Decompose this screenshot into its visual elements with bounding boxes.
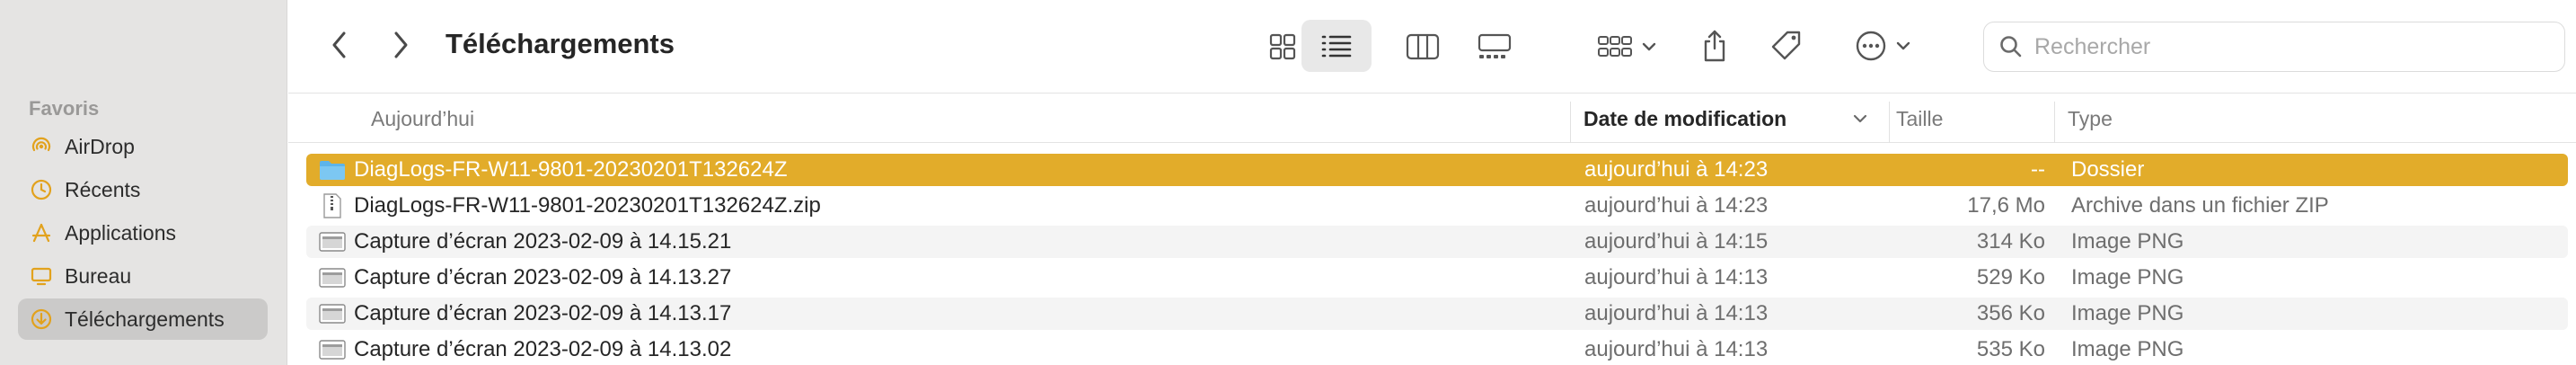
row-type: Archive dans un fichier ZIP <box>2071 193 2329 218</box>
column-header-name[interactable]: Aujourd’hui <box>371 94 474 143</box>
row-name: DiagLogs-FR-W11-9801-20230201T132624Z <box>354 157 788 182</box>
sidebar-item-label: Applications <box>65 220 177 245</box>
group-grid-icon <box>1598 36 1632 57</box>
group-by-button[interactable] <box>1582 23 1672 70</box>
column-header-date-label: Date de modification <box>1584 106 1787 130</box>
list-view-icon <box>1321 35 1352 58</box>
share-button[interactable] <box>1689 20 1740 72</box>
search-icon <box>2000 36 2022 58</box>
image-file-icon <box>319 265 346 290</box>
chevron-down-icon <box>1896 41 1910 50</box>
back-button[interactable] <box>320 25 359 65</box>
desktop-icon <box>29 263 54 289</box>
image-file-icon <box>319 301 346 326</box>
sort-indicator[interactable] <box>1847 94 1874 143</box>
airdrop-icon <box>29 134 54 159</box>
search-field[interactable] <box>1983 22 2565 72</box>
sidebar-item-label: Récents <box>65 177 141 201</box>
columns-view-icon <box>1406 33 1440 60</box>
row-date: aujourd’hui à 14:23 <box>1584 193 1769 218</box>
row-type: Image PNG <box>2071 337 2184 361</box>
image-file-icon <box>319 229 346 254</box>
share-icon <box>1704 30 1725 62</box>
tag-button[interactable] <box>1760 20 1813 72</box>
chevron-right-icon <box>394 31 408 58</box>
row-type: Dossier <box>2071 157 2145 182</box>
row-name: Capture d’écran 2023-02-09 à 14.13.02 <box>354 337 732 361</box>
list-view-button[interactable] <box>1301 20 1372 72</box>
row-size: -- <box>2031 157 2045 182</box>
row-date: aujourd’hui à 14:13 <box>1584 337 1769 361</box>
image-file-icon <box>319 337 346 362</box>
column-divider[interactable] <box>1889 102 1890 143</box>
row-name: Capture d’écran 2023-02-09 à 14.15.21 <box>354 229 732 254</box>
row-size: 314 Ko <box>1976 229 2045 254</box>
search-input[interactable] <box>2034 33 2537 60</box>
table-row[interactable]: DiagLogs-FR-W11-9801-20230201T132624Z au… <box>306 154 2568 186</box>
downloads-icon <box>29 307 54 332</box>
table-row[interactable]: DiagLogs-FR-W11-9801-20230201T132624Z.zi… <box>306 190 2568 222</box>
row-date: aujourd’hui à 14:13 <box>1584 301 1769 325</box>
column-header: Aujourd’hui Date de modification Taille … <box>288 94 2576 143</box>
sidebar-item-downloads[interactable]: Téléchargements <box>18 298 268 340</box>
row-name: Capture d’écran 2023-02-09 à 14.13.27 <box>354 265 732 289</box>
grid-view-icon <box>1269 33 1296 60</box>
clock-icon <box>29 177 54 202</box>
column-header-date[interactable]: Date de modification <box>1584 94 1853 143</box>
row-size: 529 Ko <box>1976 265 2045 289</box>
column-header-type[interactable]: Type <box>2068 94 2113 143</box>
row-name: DiagLogs-FR-W11-9801-20230201T132624Z.zi… <box>354 193 821 218</box>
row-size: 535 Ko <box>1976 337 2045 361</box>
row-size: 356 Ko <box>1976 301 2045 325</box>
column-divider[interactable] <box>2054 102 2055 143</box>
row-name: Capture d’écran 2023-02-09 à 14.13.17 <box>354 301 732 325</box>
row-date: aujourd’hui à 14:23 <box>1584 157 1769 182</box>
chevron-down-icon <box>1642 42 1656 51</box>
folder-icon <box>319 157 346 182</box>
sidebar: Favoris AirDrop Récents Applications Bur… <box>0 0 287 365</box>
table-row[interactable]: Capture d’écran 2023-02-09 à 14.13.02 au… <box>306 334 2568 365</box>
column-divider[interactable] <box>1570 102 1571 143</box>
sidebar-item-label: AirDrop <box>65 134 135 158</box>
row-type: Image PNG <box>2071 265 2184 289</box>
window-title: Téléchargements <box>446 28 675 59</box>
tag-icon <box>1771 31 1801 60</box>
table-row[interactable]: Capture d’écran 2023-02-09 à 14.15.21 au… <box>306 226 2568 258</box>
forward-button[interactable] <box>381 25 420 65</box>
more-actions-button[interactable] <box>1838 22 1928 70</box>
row-size: 17,6 Mo <box>1967 193 2045 218</box>
sidebar-item-applications[interactable]: Applications <box>18 212 268 254</box>
toolbar: Téléchargements <box>288 0 2576 93</box>
chevron-down-icon <box>1853 114 1867 123</box>
row-type: Image PNG <box>2071 301 2184 325</box>
row-date: aujourd’hui à 14:15 <box>1584 229 1769 254</box>
column-header-size[interactable]: Taille <box>1896 94 1943 143</box>
sidebar-item-desktop[interactable]: Bureau <box>18 255 268 297</box>
zip-file-icon <box>319 193 346 218</box>
applications-icon <box>29 220 54 245</box>
sidebar-item-airdrop[interactable]: AirDrop <box>18 126 268 167</box>
row-date: aujourd’hui à 14:13 <box>1584 265 1769 289</box>
table-row[interactable]: Capture d’écran 2023-02-09 à 14.13.27 au… <box>306 262 2568 294</box>
sidebar-section-favorites: Favoris <box>29 97 100 120</box>
table-row[interactable]: Capture d’écran 2023-02-09 à 14.13.17 au… <box>306 298 2568 330</box>
chevron-left-icon <box>332 31 346 58</box>
ellipsis-circle-icon <box>1856 31 1886 61</box>
sidebar-item-recents[interactable]: Récents <box>18 169 268 210</box>
gallery-view-button[interactable] <box>1461 23 1528 70</box>
sidebar-item-label: Téléchargements <box>65 307 225 331</box>
row-type: Image PNG <box>2071 229 2184 254</box>
column-view-button[interactable] <box>1389 23 1456 70</box>
sidebar-item-label: Bureau <box>65 263 132 288</box>
gallery-view-icon <box>1478 33 1512 58</box>
